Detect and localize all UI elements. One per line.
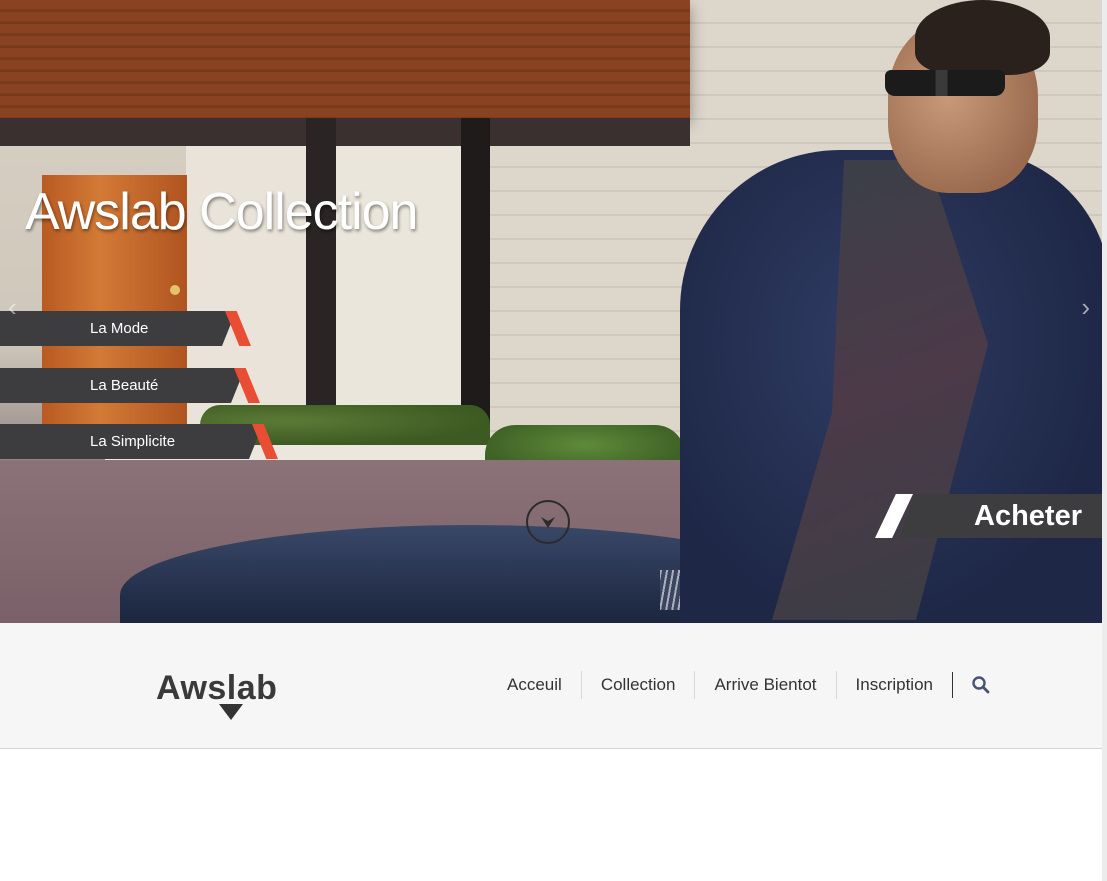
slider-prev-arrow-icon[interactable]: ‹ [8, 292, 17, 323]
search-icon[interactable] [971, 675, 991, 695]
tag-la-mode[interactable]: La Mode [0, 311, 236, 346]
buy-button[interactable]: Acheter [900, 494, 1102, 538]
slider-next-arrow-icon[interactable]: › [1081, 292, 1090, 323]
page-scrollbar[interactable] [1102, 0, 1107, 881]
hero-canopy [0, 0, 690, 118]
hero-title: Awslab Collection [25, 183, 418, 241]
menu-item-acceuil[interactable]: Acceuil [488, 671, 581, 699]
site-logo[interactable]: Awslab [156, 669, 278, 720]
menu-divider [952, 672, 953, 698]
hero-post [461, 118, 490, 448]
menu-item-inscription[interactable]: Inscription [835, 671, 952, 699]
site-header: Awslab Acceuil Collection Arrive Bientot… [0, 623, 1102, 749]
main-menu: Acceuil Collection Arrive Bientot Inscri… [488, 671, 991, 699]
menu-item-arrive-bientot[interactable]: Arrive Bientot [694, 671, 835, 699]
chevron-down-circle-icon [541, 517, 555, 528]
hero-door-knob [170, 285, 180, 295]
logo-text: Awslab [156, 669, 278, 707]
tag-la-beaute[interactable]: La Beauté [0, 368, 245, 403]
hero-model-sunglasses [885, 70, 1005, 96]
hero-post [306, 118, 336, 448]
hero-shadow-band [0, 118, 690, 146]
tag-la-simplicite[interactable]: La Simplicite [0, 424, 263, 459]
scroll-down-button[interactable] [526, 500, 570, 544]
menu-item-collection[interactable]: Collection [580, 671, 695, 699]
hero-slider: Awslab Collection La Mode La Beauté La S… [0, 0, 1102, 623]
logo-triangle-icon [219, 704, 243, 720]
hero-model-hair [915, 0, 1050, 75]
